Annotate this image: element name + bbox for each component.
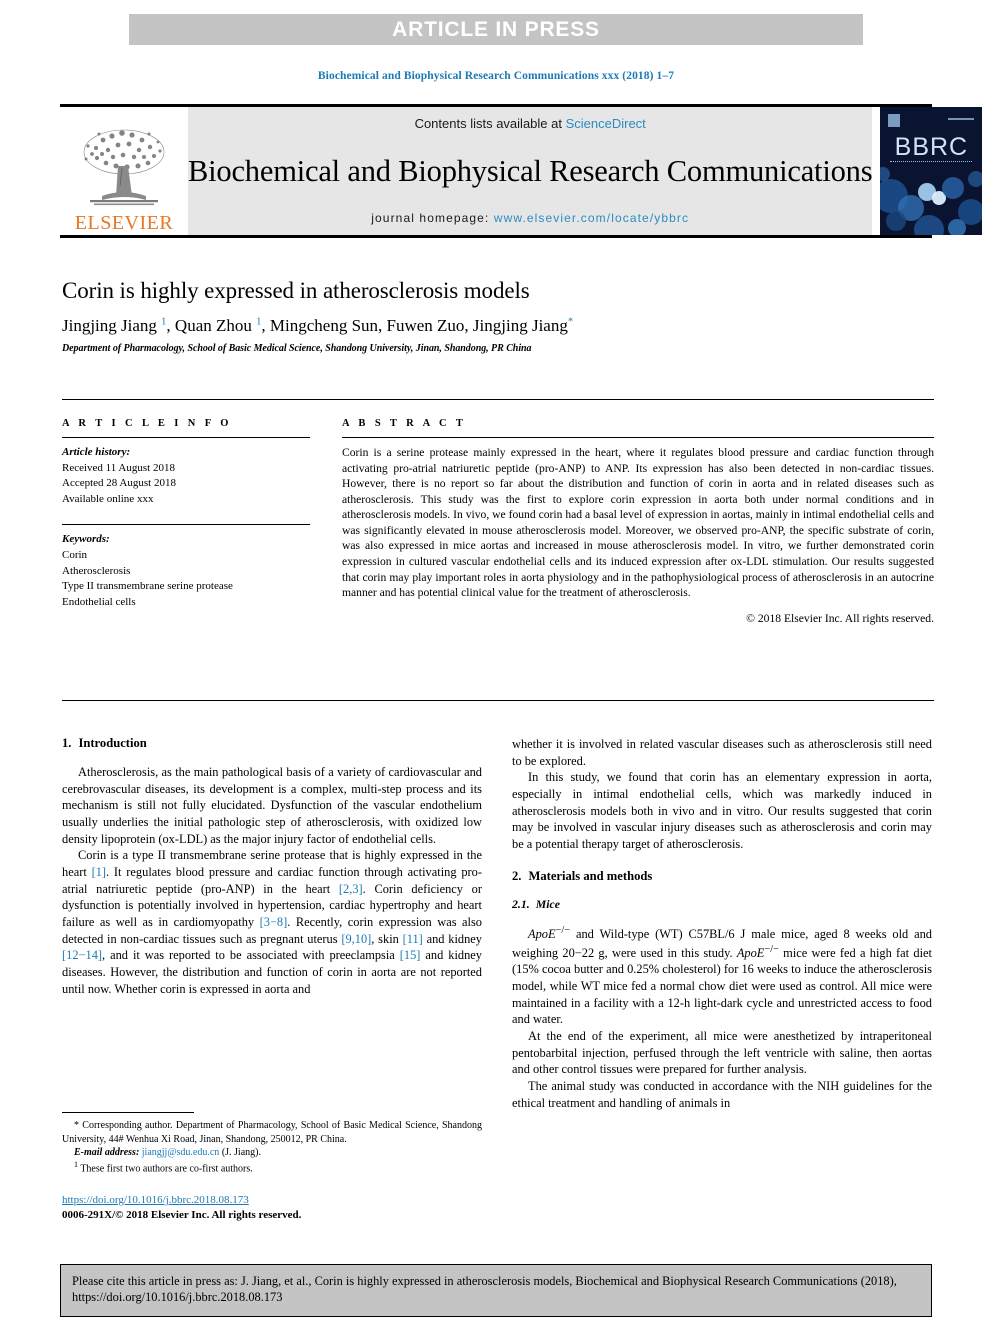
paragraph: In this study, we found that corin has a…: [512, 770, 932, 852]
section-number: 1.: [62, 736, 72, 750]
paragraph: Corin is a type II transmembrane serine …: [62, 848, 483, 996]
paragraph: The animal study was conducted in accord…: [512, 1079, 932, 1110]
contents-prefix: Contents lists available at: [414, 116, 566, 131]
article-info-divider: [62, 437, 310, 438]
contents-available-line: Contents lists available at ScienceDirec…: [415, 116, 646, 131]
footnote-email: E-mail address: jiangjj@sdu.edu.cn (J. J…: [62, 1146, 482, 1160]
article-page: ARTICLE IN PRESS Biochemical and Biophys…: [0, 0, 992, 1323]
abstract-divider: [342, 437, 934, 438]
email-label: E-mail address:: [74, 1147, 140, 1159]
body-column-left: 1. Introduction Atherosclerosis, as the m…: [62, 736, 482, 997]
article-in-press-label: ARTICLE IN PRESS: [392, 17, 600, 41]
issn-copyright-line: 0006-291X/© 2018 Elsevier Inc. All right…: [62, 1209, 302, 1222]
article-info-heading: A R T I C L E I N F O: [62, 418, 232, 429]
affiliation: Department of Pharmacology, School of Ba…: [62, 343, 532, 354]
keywords-label: Keywords:: [62, 533, 110, 546]
cover-bokeh-circle: [942, 177, 965, 199]
section-title: Materials and methods: [528, 868, 653, 883]
history-accepted: Accepted 28 August 2018: [62, 477, 176, 490]
section-heading-introduction: 1. Introduction: [62, 736, 482, 751]
homepage-prefix: journal homepage:: [371, 211, 494, 225]
abstract-text: Corin is a serine protease mainly expres…: [342, 446, 934, 600]
title-block: Corin is highly expressed in atheroscler…: [62, 278, 934, 354]
doi-block: https://doi.org/10.1016/j.bbrc.2018.08.1…: [62, 1193, 482, 1223]
keyword-item: Endothelial cells: [62, 595, 136, 608]
journal-homepage-link[interactable]: www.elsevier.com/locate/ybbrc: [494, 211, 689, 225]
paragraph: whether it is involved in related vascul…: [512, 737, 932, 768]
cover-bokeh-circle: [948, 219, 967, 235]
abstract-section: A B S T R A C T Corin is a serine protea…: [342, 418, 934, 625]
article-in-press-banner: ARTICLE IN PRESS: [129, 14, 863, 45]
sciencedirect-link[interactable]: ScienceDirect: [566, 116, 646, 131]
article-history-label: Article history:: [62, 446, 131, 458]
section-number: 2.: [512, 868, 522, 883]
paragraph: ApoE−/− and Wild-type (WT) C57BL/6 J mal…: [512, 924, 932, 1027]
cover-rule-icon: [948, 118, 975, 120]
subsection-heading-mice: 2.1. Mice: [512, 897, 932, 912]
keywords-divider: [62, 524, 310, 526]
bbrc-journal-cover: BBRC: [880, 107, 983, 235]
elsevier-wordmark: ELSEVIER: [74, 212, 174, 234]
section-title: Introduction: [78, 736, 147, 750]
subsection-title: Mice: [535, 896, 560, 911]
keyword-item: Type II transmembrane serine protease: [62, 580, 233, 593]
email-link[interactable]: jiangjj@sdu.edu.cn: [142, 1147, 220, 1158]
footnote-co-first-authors: 1 These first two authors are co-first a…: [62, 1160, 482, 1176]
bbrc-cover-wordmark: BBRC: [894, 133, 969, 161]
footnote-block: * Corresponding author. Department of Ph…: [62, 1112, 482, 1176]
keyword-item: Atherosclerosis: [62, 564, 131, 577]
cover-divider: [890, 161, 973, 163]
elsevier-logo: ELSEVIER: [60, 107, 188, 235]
history-available-online: Available online xxx: [62, 492, 154, 505]
cover-bokeh-circle: [886, 211, 907, 231]
article-info-section: A R T I C L E I N F O Article history: R…: [62, 418, 310, 610]
body-divider: [62, 700, 934, 701]
history-received: Received 11 August 2018: [62, 461, 175, 474]
cover-bokeh-circle: [914, 215, 945, 235]
author-list: Jingjing Jiang 1, Quan Zhou 1, Mingcheng…: [62, 316, 574, 335]
running-head: Biochemical and Biophysical Research Com…: [317, 70, 675, 82]
citation-box: Please cite this article in press as: J.…: [60, 1264, 932, 1317]
citation-text: Please cite this article in press as: J.…: [72, 1274, 897, 1305]
footnote-divider: [62, 1112, 194, 1113]
footnote-text: These first two authors are co-first aut…: [80, 1163, 253, 1175]
keywords-group: Keywords: Corin Atherosclerosis Type II …: [62, 532, 310, 610]
cover-bokeh-circle: [968, 171, 983, 187]
cover-publisher-mark-icon: [888, 114, 901, 127]
footnote-marker: 1: [74, 1159, 78, 1169]
footnote-corresponding-author: * Corresponding author. Department of Ph…: [62, 1120, 482, 1145]
article-history-group: Article history: Received 11 August 2018…: [62, 445, 310, 507]
subsection-number: 2.1.: [512, 896, 530, 911]
journal-masthead: ELSEVIER Contents lists available at Sci…: [60, 104, 983, 238]
abstract-copyright: © 2018 Elsevier Inc. All rights reserved…: [746, 611, 934, 625]
page-title: Corin is highly expressed in atheroscler…: [62, 278, 530, 303]
body-column-right: whether it is involved in related vascul…: [512, 736, 932, 1111]
doi-link[interactable]: https://doi.org/10.1016/j.bbrc.2018.08.1…: [62, 1193, 482, 1208]
section-heading-materials-and-methods: 2. Materials and methods: [512, 869, 932, 884]
paragraph: At the end of the experiment, all mice w…: [512, 1028, 932, 1077]
paragraph: Atherosclerosis, as the main pathologica…: [62, 765, 482, 846]
elsevier-tree-icon: [83, 129, 165, 206]
keyword-item: Corin: [62, 549, 88, 562]
abstract-heading: A B S T R A C T: [342, 418, 467, 429]
title-divider: [62, 399, 934, 400]
email-owner: (J. Jiang).: [221, 1147, 261, 1159]
journal-title: Biochemical and Biophysical Research Com…: [188, 153, 873, 188]
journal-homepage-line: journal homepage: www.elsevier.com/locat…: [371, 211, 689, 225]
masthead-center: Contents lists available at ScienceDirec…: [188, 107, 873, 235]
